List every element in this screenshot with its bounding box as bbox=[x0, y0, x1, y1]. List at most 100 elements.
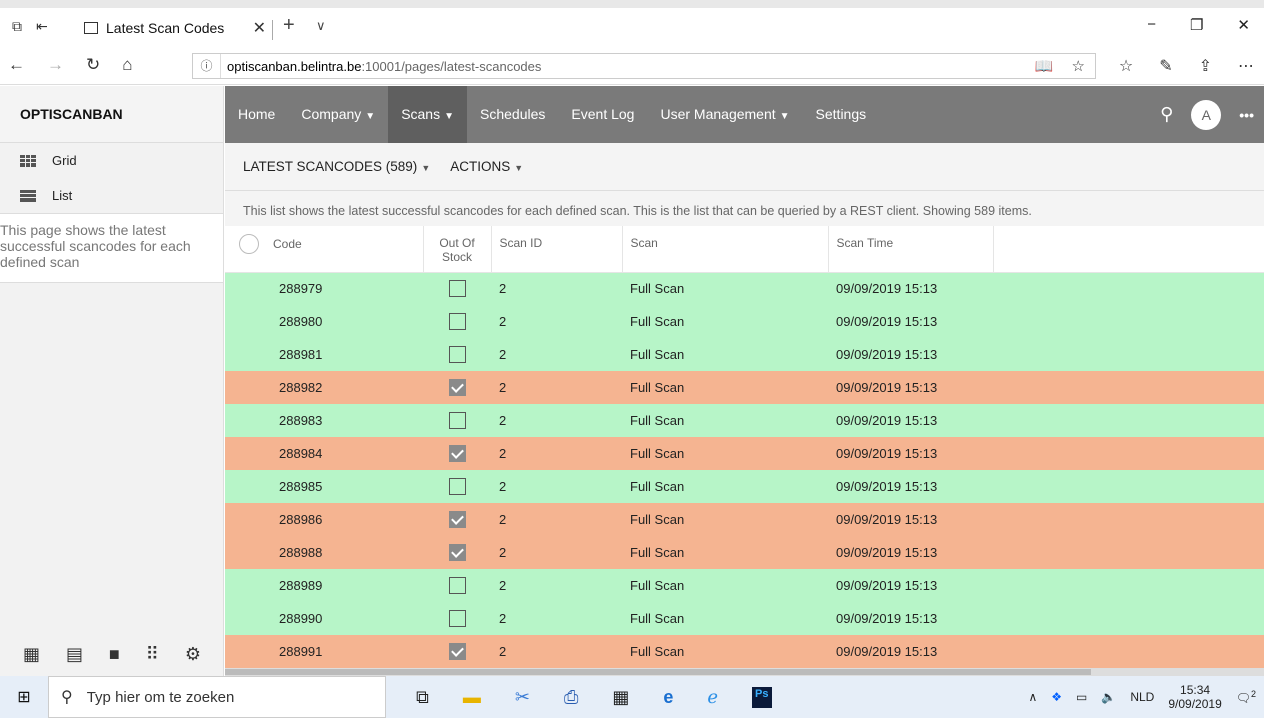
photoshop-icon[interactable]: Ps bbox=[752, 686, 772, 708]
nav-event-log[interactable]: Event Log bbox=[558, 86, 647, 143]
taskbar-search[interactable]: ⚲ Typ hier om te zoeken bbox=[48, 676, 386, 718]
printer-app-icon[interactable]: ⎙ bbox=[564, 687, 578, 708]
new-tab-icon[interactable]: + bbox=[283, 14, 295, 37]
table-row[interactable]: 288988 2 Full Scan 09/09/2019 15:13 bbox=[225, 536, 1264, 569]
header-out-of-stock[interactable]: Out Of Stock bbox=[423, 226, 492, 273]
table-row[interactable]: 288989 2 Full Scan 09/09/2019 15:13 bbox=[225, 569, 1264, 602]
out-of-stock-checkbox[interactable] bbox=[448, 412, 466, 430]
header-scan-id[interactable]: Scan ID bbox=[491, 226, 623, 273]
task-view-icon[interactable]: ⧉ bbox=[416, 687, 429, 708]
tab-close-icon[interactable]: ✕ bbox=[253, 18, 266, 38]
cell-out-of-stock[interactable] bbox=[423, 536, 491, 569]
cell-out-of-stock[interactable] bbox=[423, 338, 491, 371]
cell-out-of-stock[interactable] bbox=[423, 635, 491, 668]
out-of-stock-checkbox[interactable] bbox=[448, 544, 466, 562]
actions-dropdown[interactable]: ACTIONS ▼ bbox=[450, 159, 523, 174]
chevron-up-icon[interactable]: ∧ bbox=[1028, 690, 1037, 704]
volume-icon[interactable]: 🔈 bbox=[1101, 690, 1116, 704]
out-of-stock-checkbox[interactable] bbox=[448, 478, 466, 496]
avatar[interactable]: A bbox=[1191, 99, 1222, 130]
out-of-stock-checkbox[interactable] bbox=[448, 610, 466, 628]
header-scan[interactable]: Scan bbox=[622, 226, 829, 273]
table-row[interactable]: 288982 2 Full Scan 09/09/2019 15:13 bbox=[225, 371, 1264, 404]
scancodes-dropdown[interactable]: LATEST SCANCODES (589) ▼ bbox=[243, 159, 430, 174]
nav-schedules[interactable]: Schedules bbox=[467, 86, 558, 143]
camera-icon[interactable]: ■ bbox=[109, 644, 120, 665]
forward-icon[interactable]: → bbox=[47, 55, 64, 75]
out-of-stock-checkbox[interactable] bbox=[448, 280, 466, 298]
pen-icon[interactable]: ✎ bbox=[1159, 56, 1172, 76]
browser-tab[interactable]: Latest Scan Codes ✕ bbox=[76, 8, 266, 47]
home-icon[interactable]: ⌂ bbox=[122, 55, 132, 75]
nav-scans[interactable]: Scans ▼ bbox=[388, 86, 468, 143]
internet-explorer-icon[interactable]: ℯ bbox=[707, 687, 718, 708]
table-row[interactable]: 288981 2 Full Scan 09/09/2019 15:13 bbox=[225, 338, 1264, 371]
nav-home[interactable]: Home bbox=[225, 86, 288, 143]
tab-actions-icon[interactable]: ⧉ bbox=[12, 18, 22, 35]
header-scan-time[interactable]: Scan Time bbox=[828, 226, 994, 273]
cell-out-of-stock[interactable] bbox=[423, 272, 491, 305]
horizontal-scrollbar[interactable] bbox=[225, 668, 1264, 676]
favorite-star-icon[interactable]: ☆ bbox=[1072, 57, 1085, 75]
cell-out-of-stock[interactable] bbox=[423, 437, 491, 470]
table-row[interactable]: 288985 2 Full Scan 09/09/2019 15:13 bbox=[225, 470, 1264, 503]
clock[interactable]: 15:34 9/09/2019 bbox=[1168, 683, 1221, 711]
url-field[interactable]: ⓘ optiscanban.belintra.be:10001/pages/la… bbox=[192, 53, 1096, 79]
reading-view-icon[interactable]: 📖 bbox=[1035, 57, 1054, 75]
brand[interactable]: OPTISCANBAN bbox=[0, 86, 223, 143]
more-icon[interactable]: ⋯ bbox=[1238, 56, 1254, 76]
sidebar-item-list[interactable]: List bbox=[0, 178, 223, 213]
back-icon[interactable]: ← bbox=[8, 55, 25, 75]
out-of-stock-checkbox[interactable] bbox=[448, 577, 466, 595]
calculator-icon[interactable]: ▦ bbox=[612, 687, 629, 708]
battery-icon[interactable]: ▭ bbox=[1076, 690, 1087, 704]
nav-company[interactable]: Company ▼ bbox=[288, 86, 388, 143]
cell-out-of-stock[interactable] bbox=[423, 503, 491, 536]
edge-icon[interactable]: e bbox=[663, 687, 673, 708]
refresh-icon[interactable]: ↻ bbox=[86, 55, 100, 75]
windows-start-icon[interactable]: ⊞ bbox=[0, 687, 48, 707]
scrollbar-thumb[interactable] bbox=[225, 669, 1091, 675]
restore-icon[interactable]: ❐ bbox=[1190, 16, 1203, 34]
building-icon[interactable]: ▦ bbox=[23, 644, 40, 665]
out-of-stock-checkbox[interactable] bbox=[448, 445, 466, 463]
nav-settings[interactable]: Settings bbox=[803, 86, 880, 143]
nav-user-management[interactable]: User Management ▼ bbox=[647, 86, 802, 143]
apps-icon[interactable]: ⠿ bbox=[146, 644, 159, 665]
out-of-stock-checkbox[interactable] bbox=[448, 379, 466, 397]
search-icon[interactable]: ⚲ bbox=[1160, 104, 1173, 125]
settings-gear-icon[interactable]: ⚙ bbox=[185, 644, 201, 665]
close-window-icon[interactable]: ✕ bbox=[1237, 16, 1250, 34]
table-row[interactable]: 288983 2 Full Scan 09/09/2019 15:13 bbox=[225, 404, 1264, 437]
cell-out-of-stock[interactable] bbox=[423, 371, 491, 404]
snipping-tool-icon[interactable]: ✂ bbox=[515, 687, 530, 708]
table-row[interactable]: 288979 2 Full Scan 09/09/2019 15:13 bbox=[225, 272, 1264, 305]
out-of-stock-checkbox[interactable] bbox=[448, 313, 466, 331]
select-all-checkbox[interactable] bbox=[239, 234, 259, 254]
notifications-icon[interactable]: 🗨2 bbox=[1236, 689, 1256, 705]
out-of-stock-checkbox[interactable] bbox=[448, 511, 466, 529]
tab-back-icon[interactable]: ⇤ bbox=[36, 18, 48, 35]
table-row[interactable]: 288984 2 Full Scan 09/09/2019 15:13 bbox=[225, 437, 1264, 470]
share-icon[interactable]: ⇪ bbox=[1199, 56, 1212, 76]
cell-out-of-stock[interactable] bbox=[423, 602, 491, 635]
calendar-icon[interactable]: ▤ bbox=[66, 644, 83, 665]
favorites-icon[interactable]: ☆ bbox=[1119, 56, 1133, 76]
cell-out-of-stock[interactable] bbox=[423, 569, 491, 602]
dropbox-icon[interactable]: ❖ bbox=[1051, 690, 1062, 704]
file-explorer-icon[interactable]: ▬ bbox=[463, 687, 481, 708]
cell-out-of-stock[interactable] bbox=[423, 305, 491, 338]
cell-out-of-stock[interactable] bbox=[423, 404, 491, 437]
minimize-icon[interactable]: − bbox=[1147, 16, 1156, 34]
table-row[interactable]: 288980 2 Full Scan 09/09/2019 15:13 bbox=[225, 305, 1264, 338]
more-options-icon[interactable]: ••• bbox=[1239, 107, 1254, 123]
header-code[interactable]: Code bbox=[225, 226, 424, 273]
table-row[interactable]: 288991 2 Full Scan 09/09/2019 15:13 bbox=[225, 635, 1264, 668]
sidebar-item-grid[interactable]: Grid bbox=[0, 143, 223, 178]
table-row[interactable]: 288986 2 Full Scan 09/09/2019 15:13 bbox=[225, 503, 1264, 536]
cell-out-of-stock[interactable] bbox=[423, 470, 491, 503]
language-indicator[interactable]: NLD bbox=[1130, 690, 1154, 704]
out-of-stock-checkbox[interactable] bbox=[448, 346, 466, 364]
table-row[interactable]: 288990 2 Full Scan 09/09/2019 15:13 bbox=[225, 602, 1264, 635]
tab-dropdown-icon[interactable]: ∨ bbox=[316, 18, 326, 34]
